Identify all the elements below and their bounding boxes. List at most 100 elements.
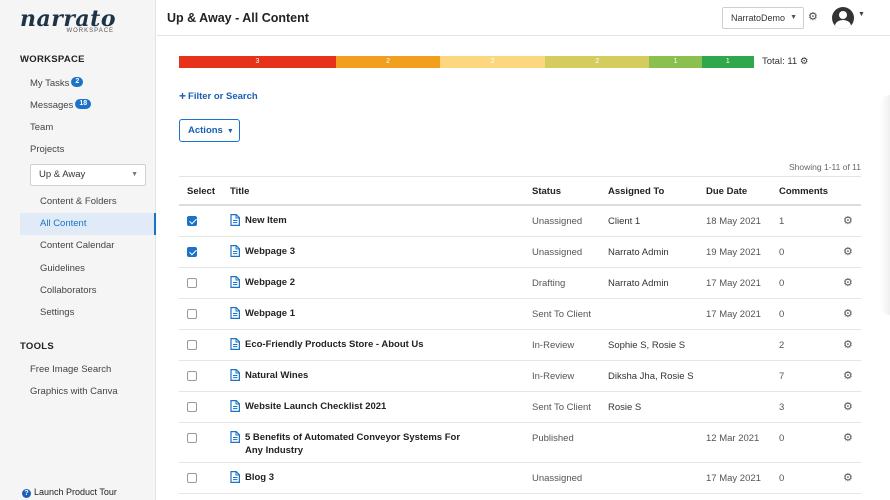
sidebar-item-graphics-canva[interactable]: Graphics with Canva [30, 386, 118, 397]
tools-heading: TOOLS [20, 341, 55, 352]
messages-badge: 18 [75, 99, 92, 109]
my-tasks-badge: 2 [71, 77, 84, 87]
brand-logo[interactable]: narrato WORKSPACE [20, 7, 116, 34]
plus-icon: + [179, 89, 187, 103]
sidebar-item-collaborators[interactable]: Collaborators [20, 280, 156, 302]
sidebar-item-guidelines[interactable]: Guidelines [20, 258, 156, 280]
row-comments: 0 [779, 247, 785, 258]
help-circle-icon: ? [22, 489, 31, 498]
row-checkbox[interactable] [187, 309, 197, 319]
user-avatar-icon[interactable] [832, 7, 854, 29]
row-title-link[interactable]: New Item [245, 214, 287, 227]
document-icon [230, 307, 240, 319]
filter-search-link[interactable]: + Filter or Search [179, 89, 258, 103]
row-assigned: Client 1 [608, 216, 641, 227]
status-segment[interactable]: 1 [649, 56, 702, 68]
gear-icon[interactable]: ⚙ [843, 432, 853, 444]
document-icon [230, 431, 240, 443]
row-checkbox[interactable] [187, 402, 197, 412]
row-comments: 3 [779, 402, 785, 413]
row-assigned: Rosie S [608, 402, 642, 413]
row-title-link[interactable]: Webpage 3 [245, 245, 295, 258]
gear-icon[interactable]: ⚙ [808, 11, 820, 23]
table-header: Select Title Status Assigned To Due Date… [179, 176, 861, 206]
document-icon [230, 214, 240, 226]
row-title-link[interactable]: 5 Benefits of Automated Conveyor Systems… [245, 431, 460, 457]
row-title-link[interactable]: Blog 3 [245, 471, 274, 484]
col-title[interactable]: Title [230, 186, 249, 197]
gear-icon[interactable]: ⚙ [843, 246, 853, 258]
row-title-link[interactable]: Website Launch Checklist 2021 [245, 400, 386, 413]
col-status[interactable]: Status [532, 186, 561, 197]
gear-icon[interactable]: ⚙ [843, 370, 853, 382]
sidebar-item-messages[interactable]: Messages 18 [30, 99, 92, 111]
sidebar-item-my-tasks[interactable]: My Tasks 2 [30, 77, 84, 89]
row-title-link[interactable]: Natural Wines [245, 369, 308, 382]
row-status: Unassigned [532, 216, 583, 227]
table-row: Eco-Friendly Products Store - About Us In… [179, 330, 861, 361]
row-checkbox[interactable] [187, 340, 197, 350]
col-select[interactable]: Select [187, 186, 215, 197]
gear-icon[interactable]: ⚙ [843, 472, 853, 484]
row-checkbox[interactable] [187, 473, 197, 483]
filter-label: Filter or Search [188, 91, 258, 102]
gear-icon[interactable]: ⚙ [843, 308, 853, 320]
sidebar-item-settings[interactable]: Settings [20, 302, 156, 324]
row-checkbox[interactable] [187, 247, 197, 257]
row-checkbox[interactable] [187, 278, 197, 288]
row-comments: 2 [779, 340, 785, 351]
row-status: Sent To Client [532, 402, 591, 413]
row-checkbox[interactable] [187, 216, 197, 226]
gear-icon[interactable]: ⚙ [843, 277, 853, 289]
gear-icon[interactable]: ⚙ [843, 339, 853, 351]
status-segment[interactable]: 2 [544, 56, 650, 68]
chevron-down-icon[interactable]: ▼ [858, 11, 865, 18]
account-select[interactable]: NarratoDemo ▼ [722, 7, 804, 29]
document-icon [230, 400, 240, 412]
row-checkbox[interactable] [187, 371, 197, 381]
side-panel-edge [880, 95, 890, 315]
table-row: Website Launch Checklist 2021 Sent To Cli… [179, 392, 861, 423]
status-segment[interactable]: 3 [179, 56, 336, 68]
status-segment[interactable]: 2 [335, 56, 441, 68]
document-icon [230, 369, 240, 381]
gear-icon[interactable]: ⚙ [800, 56, 809, 67]
row-status: Unassigned [532, 247, 583, 258]
sidebar-item-team[interactable]: Team [30, 122, 53, 133]
content-table: Select Title Status Assigned To Due Date… [179, 176, 861, 494]
sidebar-item-projects[interactable]: Projects [30, 144, 64, 155]
avatar-head [839, 11, 847, 19]
row-title: Webpage 2 [245, 277, 295, 288]
status-segment[interactable]: 1 [701, 56, 754, 68]
col-comments[interactable]: Comments [779, 186, 828, 197]
row-comments: 0 [779, 473, 785, 484]
status-progress-bar: 322211 [179, 56, 754, 68]
gear-icon[interactable]: ⚙ [843, 401, 853, 413]
status-segment[interactable]: 2 [440, 56, 545, 68]
actions-button[interactable]: Actions ▼ [179, 119, 240, 142]
row-comments: 0 [779, 278, 785, 289]
row-status: Unassigned [532, 473, 583, 484]
sidebar-item-all-content[interactable]: All Content [20, 213, 156, 235]
row-assigned: Diksha Jha, Rosie S [608, 371, 694, 382]
sidebar-item-content-folders[interactable]: Content & Folders [20, 191, 156, 213]
table-row: 5 Benefits of Automated Conveyor Systems… [179, 423, 861, 463]
row-status: Sent To Client [532, 309, 591, 320]
sidebar-item-free-image-search[interactable]: Free Image Search [30, 364, 111, 375]
row-checkbox[interactable] [187, 433, 197, 443]
row-assigned: Narrato Admin [608, 278, 669, 289]
row-title-link[interactable]: Webpage 2 [245, 276, 295, 289]
row-title-link[interactable]: Eco-Friendly Products Store - About Us [245, 338, 424, 351]
sidebar-item-content-calendar[interactable]: Content Calendar [20, 235, 156, 257]
col-due-date[interactable]: Due Date [706, 186, 747, 197]
project-select[interactable]: Up & Away ▼ [30, 164, 146, 186]
row-title-link[interactable]: Webpage 1 [245, 307, 295, 320]
row-comments: 0 [779, 433, 785, 444]
showing-count: Showing 1-11 of 11 [789, 162, 861, 172]
status-total[interactable]: Total: 11 ⚙ [762, 56, 808, 68]
actions-label: Actions [188, 125, 223, 136]
gear-icon[interactable]: ⚙ [843, 215, 853, 227]
col-assigned[interactable]: Assigned To [608, 186, 664, 197]
launch-tour-link[interactable]: ? Launch Product Tour [22, 487, 117, 498]
table-row: Webpage 1 Sent To Client 17 May 2021 0 ⚙ [179, 299, 861, 330]
